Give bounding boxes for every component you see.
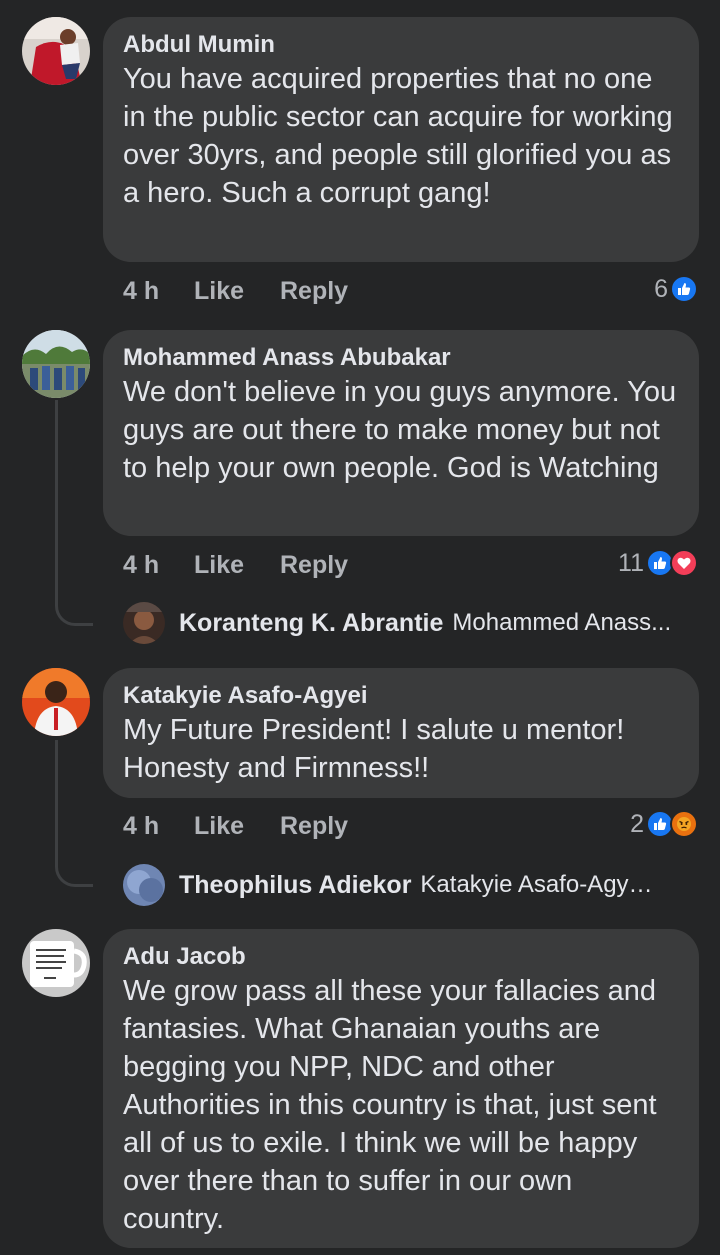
avatar-koranteng-k-abrantie	[123, 602, 165, 644]
comment-author[interactable]: Adu Jacob	[123, 942, 679, 972]
comment-bubble: Katakyie Asafo-Agyei My Future President…	[103, 668, 699, 798]
avatar-adu-jacob[interactable]	[22, 929, 90, 997]
reply-button[interactable]: Reply	[280, 277, 348, 306]
reply-button[interactable]: Reply	[280, 551, 348, 580]
reply-button[interactable]: Reply	[280, 812, 348, 841]
comment-author[interactable]: Abdul Mumin	[123, 30, 679, 60]
comment-author[interactable]: Mohammed Anass Abubakar	[123, 343, 679, 373]
comment-text: We grow pass all these your fallacies an…	[123, 975, 657, 1235]
reply-author: Theophilus Adiekor	[179, 870, 412, 899]
reaction-summary[interactable]: 2	[630, 807, 698, 841]
comment-actions: 4 h Like Reply	[123, 273, 348, 309]
comment-timestamp[interactable]: 4 h	[123, 277, 194, 306]
like-icon	[670, 275, 698, 303]
comment-actions: 4 h Like Reply	[123, 808, 348, 844]
like-button[interactable]: Like	[194, 277, 280, 306]
like-button[interactable]: Like	[194, 551, 280, 580]
avatar-mohammed-anass-abubakar[interactable]	[22, 330, 90, 398]
comment-bubble: Mohammed Anass Abubakar We don't believe…	[103, 330, 699, 536]
avatar-theophilus-adiekor	[123, 864, 165, 906]
comment-text: You have acquired properties that no one…	[123, 63, 673, 209]
comment-bubble: Adu Jacob We grow pass all these your fa…	[103, 929, 699, 1248]
comment-actions: 4 h Like Reply	[123, 547, 348, 583]
reply-preview[interactable]: Koranteng K. Abrantie Mohammed Anass...	[123, 601, 671, 645]
thread-connector	[55, 400, 93, 626]
thread-connector	[55, 740, 93, 887]
avatar-katakyie-asafo-agyei[interactable]	[22, 668, 90, 736]
avatar-abdul-mumin[interactable]	[22, 17, 90, 85]
reply-snippet: Mohammed Anass...	[452, 609, 672, 636]
reaction-summary[interactable]: 6	[654, 272, 698, 306]
angry-icon	[670, 810, 698, 838]
reaction-count: 11	[618, 548, 644, 577]
comment-text: My Future President! I salute u mentor! …	[123, 714, 625, 784]
comments-thread: Abdul Mumin You have acquired properties…	[0, 0, 720, 1255]
comment-bubble: Abdul Mumin You have acquired properties…	[103, 17, 699, 262]
love-icon	[670, 549, 698, 577]
comment-author[interactable]: Katakyie Asafo-Agyei	[123, 681, 679, 711]
reply-author: Koranteng K. Abrantie	[179, 608, 444, 637]
reaction-count: 2	[630, 809, 644, 838]
like-button[interactable]: Like	[194, 812, 280, 841]
reaction-count: 6	[654, 274, 668, 303]
comment-text: We don't believe in you guys anymore. Yo…	[123, 376, 677, 484]
reply-snippet: Katakyie Asafo-Agyei y...	[420, 871, 661, 898]
comment-timestamp[interactable]: 4 h	[123, 551, 194, 580]
reaction-summary[interactable]: 11	[618, 546, 698, 580]
reply-preview[interactable]: Theophilus Adiekor Katakyie Asafo-Agyei …	[123, 863, 660, 907]
comment-timestamp[interactable]: 4 h	[123, 812, 194, 841]
